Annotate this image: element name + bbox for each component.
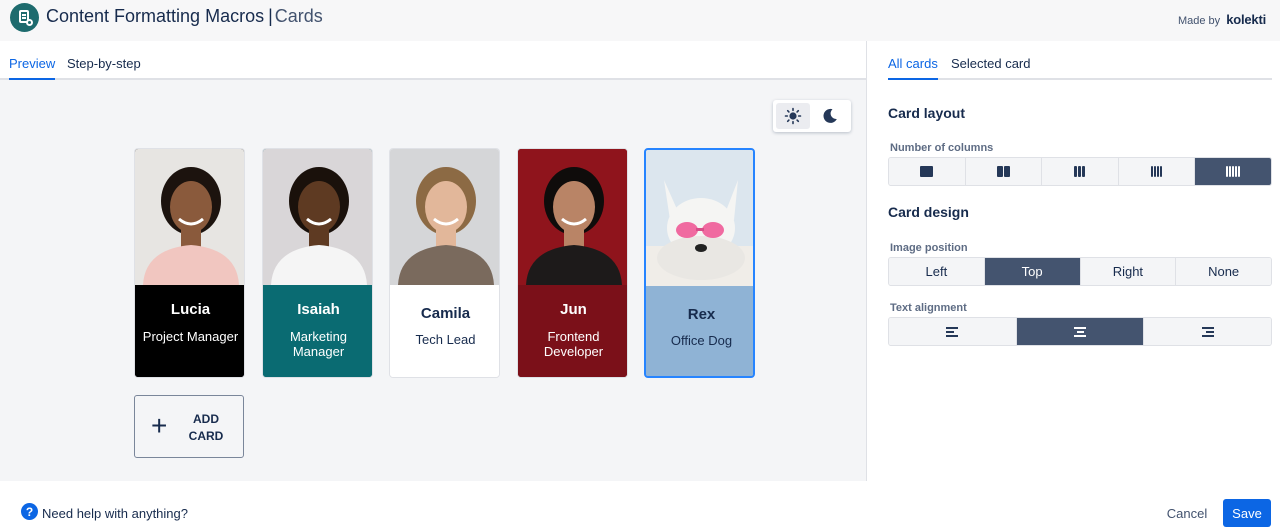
tab-preview[interactable]: Preview [9, 56, 56, 80]
add-card-button[interactable]: + ADD CARD [134, 395, 244, 458]
card-design-title: Card design [888, 204, 969, 220]
align-left-option[interactable] [889, 318, 1017, 345]
card-photo [135, 149, 244, 285]
text-alignment-label: Text alignment [890, 302, 967, 314]
right-tab-bar: All cards Selected card [888, 41, 1272, 80]
app-header: Content Formatting Macros | Cards Made by … [0, 0, 1280, 41]
card-camila[interactable]: Camila Tech Lead [389, 148, 500, 378]
tab-step-by-step[interactable]: Step-by-step [67, 56, 141, 71]
made-by: Made by kolekti [1178, 12, 1266, 27]
columns-option-4[interactable] [1118, 158, 1196, 185]
card-role: Office Dog [670, 333, 733, 348]
text-alignment-selector [888, 317, 1272, 346]
card-layout-title: Card layout [888, 105, 966, 121]
align-center-option[interactable] [1016, 318, 1145, 345]
card-photo [646, 150, 753, 286]
app-logo-icon [10, 3, 39, 32]
card-role: Project Manager [142, 329, 239, 344]
columns-2-icon [996, 166, 1010, 177]
plus-icon: + [151, 410, 168, 441]
columns-option-2[interactable] [965, 158, 1043, 185]
tab-selected-card[interactable]: Selected card [951, 56, 1031, 71]
app-title-sub: Cards [274, 6, 323, 26]
columns-option-1[interactable] [889, 158, 966, 185]
card-role: Tech Lead [415, 332, 476, 347]
help-icon[interactable]: ? [21, 503, 38, 520]
settings-panel: All cards Selected card Card layout Numb… [866, 41, 1280, 481]
card-isaiah[interactable]: Isaiah Marketing Manager [262, 148, 373, 378]
card-body: Jun Frontend Developer [518, 285, 627, 377]
columns-4-icon [1151, 166, 1163, 177]
image-position-selector: Left Top Right None [888, 257, 1272, 286]
footer: ? Need help with anything? Cancel Save [0, 481, 1280, 532]
align-right-icon [1201, 326, 1214, 337]
card-name: Isaiah [297, 301, 340, 318]
card-body: Rex Office Dog [646, 286, 753, 376]
help-link[interactable]: Need help with anything? [42, 506, 188, 521]
card-rex[interactable]: Rex Office Dog [644, 148, 755, 378]
app-title: Content Formatting Macros | Cards [46, 6, 323, 27]
preview-panel: Preview Step-by-step Lucia Project Manage… [0, 41, 866, 481]
card-body: Lucia Project Manager [135, 285, 244, 377]
columns-option-3[interactable] [1042, 158, 1119, 185]
columns-option-5[interactable] [1195, 158, 1271, 185]
tab-all-cards[interactable]: All cards [888, 56, 938, 80]
align-right-option[interactable] [1144, 318, 1271, 345]
align-left-icon [946, 326, 959, 337]
save-button[interactable]: Save [1223, 499, 1271, 527]
image-position-label: Image position [890, 242, 968, 254]
image-position-left[interactable]: Left [889, 258, 985, 285]
image-position-right[interactable]: Right [1080, 258, 1177, 285]
card-body: Camila Tech Lead [390, 285, 499, 377]
card-jun[interactable]: Jun Frontend Developer [517, 148, 628, 378]
image-position-top[interactable]: Top [984, 258, 1081, 285]
left-tab-bar: Preview Step-by-step [0, 41, 866, 80]
card-role: Marketing Manager [289, 329, 348, 359]
columns-5-icon [1226, 166, 1241, 177]
title-separator: | [268, 6, 273, 26]
card-lucia[interactable]: Lucia Project Manager [134, 148, 245, 378]
sun-icon[interactable] [776, 103, 810, 129]
card-photo [518, 149, 627, 285]
app-title-main: Content Formatting Macros [46, 6, 265, 26]
theme-toggle [773, 100, 851, 132]
columns-1-icon [920, 166, 934, 177]
card-name: Rex [687, 306, 716, 323]
card-role: Frontend Developer [543, 329, 604, 359]
made-by-prefix: Made by [1177, 15, 1221, 27]
add-card-label: ADD CARD [188, 412, 224, 443]
moon-icon[interactable] [813, 103, 847, 129]
card-body: Isaiah Marketing Manager [263, 285, 372, 377]
card-name: Camila [420, 305, 471, 322]
columns-3-icon [1074, 166, 1086, 177]
card-name: Lucia [170, 301, 211, 318]
align-center-icon [1074, 326, 1086, 337]
card-photo [390, 149, 499, 285]
cancel-button[interactable]: Cancel [1160, 500, 1214, 526]
columns-label: Number of columns [890, 142, 994, 154]
brand-logo[interactable]: kolekti [1226, 12, 1266, 27]
image-position-none[interactable]: None [1176, 258, 1271, 285]
columns-selector [888, 157, 1272, 186]
card-name: Jun [560, 301, 587, 318]
card-photo [263, 149, 372, 285]
